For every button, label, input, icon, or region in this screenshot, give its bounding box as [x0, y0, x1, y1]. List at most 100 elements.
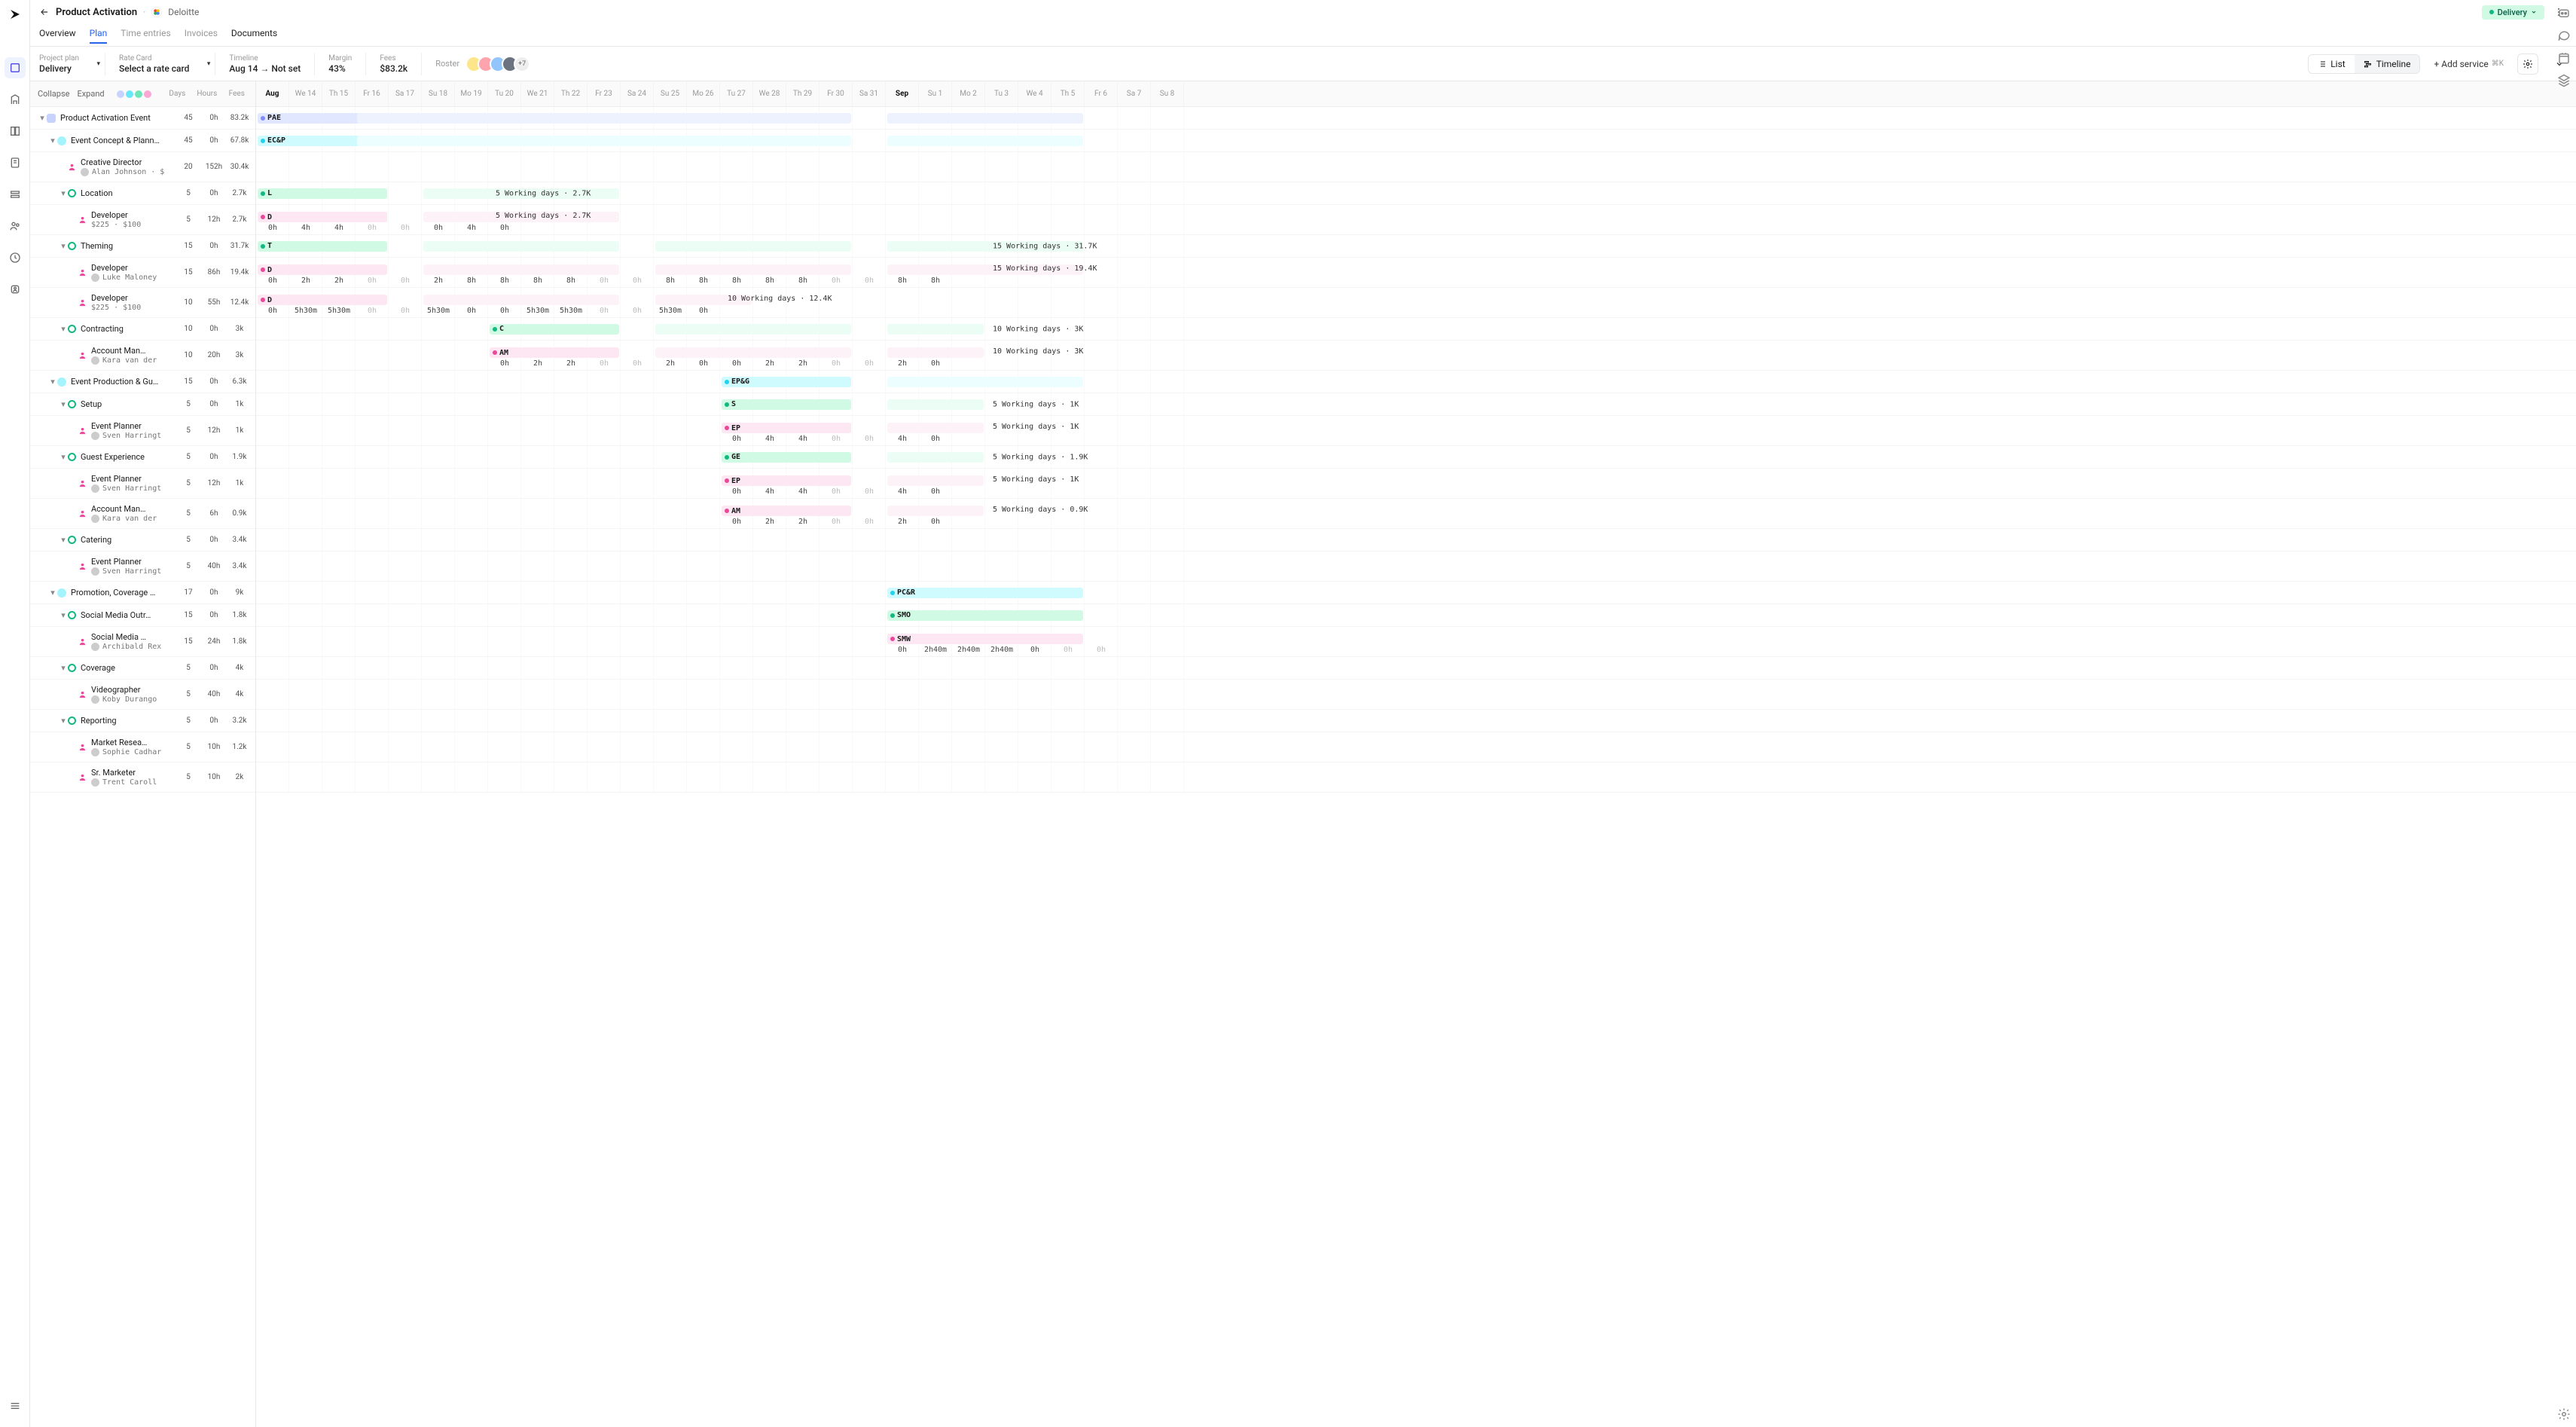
- tree-row[interactable]: Event PlannerSven Harringt540h3.4k: [30, 552, 255, 582]
- hour-cell[interactable]: 2h: [654, 359, 687, 368]
- hour-cell[interactable]: 0h: [488, 307, 521, 315]
- timeline-bar[interactable]: [423, 241, 619, 252]
- timeline-bar[interactable]: [887, 113, 1083, 124]
- caret-icon[interactable]: ▾: [59, 241, 68, 251]
- timeline-bar[interactable]: SMW: [887, 634, 1083, 644]
- activity-icon[interactable]: [2557, 51, 2571, 65]
- hour-cell[interactable]: 0h: [455, 307, 488, 315]
- tree-row[interactable]: Creative DirectorAlan Johnson · $20152h3…: [30, 152, 255, 182]
- caret-icon[interactable]: ▾: [48, 136, 57, 145]
- caret-icon[interactable]: ▾: [59, 535, 68, 545]
- timeline-bar[interactable]: D: [258, 212, 387, 222]
- tree-row[interactable]: ▾Theming150h31.7k: [30, 235, 255, 258]
- hour-cell[interactable]: 0h: [720, 518, 753, 526]
- timeline-bar[interactable]: [887, 452, 984, 463]
- timeline-bar[interactable]: T: [258, 241, 387, 252]
- tree-row[interactable]: ▾Event Production & Gu…150h6.3k: [30, 371, 255, 393]
- hour-cell[interactable]: 0h: [919, 359, 952, 368]
- tab-documents[interactable]: Documents: [231, 28, 277, 43]
- hour-cell[interactable]: 2h: [554, 359, 588, 368]
- hour-cell[interactable]: 0h: [389, 224, 422, 232]
- hour-cell[interactable]: 8h: [886, 277, 919, 285]
- timeline-bar[interactable]: PC&R: [887, 588, 1083, 598]
- filter-green[interactable]: [135, 90, 142, 98]
- hour-cell[interactable]: 0h: [588, 307, 621, 315]
- hour-cell[interactable]: 0h: [256, 277, 289, 285]
- tree-row[interactable]: DeveloperLuke Maloney1586h19.4k: [30, 258, 255, 288]
- filter-purple[interactable]: [117, 90, 124, 98]
- timeline-bar[interactable]: [887, 136, 1083, 146]
- timeline-bar[interactable]: AM: [490, 347, 619, 358]
- rate-card-dropdown[interactable]: Rate Card Select a rate card ▾: [119, 54, 201, 74]
- nav-user-icon[interactable]: [5, 279, 26, 300]
- roster[interactable]: Roster +7: [435, 56, 530, 72]
- hour-cell[interactable]: 0h: [720, 359, 753, 368]
- hour-cell[interactable]: 0h: [687, 307, 720, 315]
- status-pill[interactable]: Delivery: [2482, 5, 2544, 20]
- hour-cell[interactable]: 0h: [356, 224, 389, 232]
- hour-cell[interactable]: 0h: [356, 277, 389, 285]
- list-view-button[interactable]: List: [2309, 55, 2355, 73]
- hour-cell[interactable]: 4h: [753, 487, 786, 496]
- timeline-bar[interactable]: GE: [722, 452, 851, 463]
- hour-cell[interactable]: 0h: [687, 359, 720, 368]
- hour-cell[interactable]: 0h: [853, 518, 886, 526]
- hour-cell[interactable]: 2h40m: [919, 646, 952, 654]
- layers-icon[interactable]: [2557, 74, 2571, 87]
- hour-cell[interactable]: 8h: [753, 277, 786, 285]
- hour-cell[interactable]: 0h: [720, 487, 753, 496]
- hour-cell[interactable]: 2h: [289, 277, 322, 285]
- hour-cell[interactable]: 0h: [919, 487, 952, 496]
- hour-cell[interactable]: 4h: [886, 435, 919, 443]
- hour-cell[interactable]: 2h: [753, 518, 786, 526]
- hour-cell[interactable]: 5h30m: [322, 307, 356, 315]
- timeline-bar[interactable]: S: [722, 399, 851, 410]
- tree-row[interactable]: Market Resea…Sophie Cadhar510h1.2k: [30, 732, 255, 762]
- timeline-bar[interactable]: [655, 324, 851, 335]
- hour-cell[interactable]: 0h: [256, 307, 289, 315]
- timeline-bar[interactable]: C: [490, 324, 619, 335]
- client-name[interactable]: Deloitte: [168, 7, 199, 17]
- hour-cell[interactable]: 0h: [819, 359, 853, 368]
- hour-cell[interactable]: 0h: [488, 359, 521, 368]
- tree-row[interactable]: ▾Event Concept & Plann…450h67.8k: [30, 130, 255, 152]
- timeline-bar[interactable]: [423, 264, 619, 275]
- hour-cell[interactable]: 5h30m: [654, 307, 687, 315]
- nav-menu-icon[interactable]: [5, 1395, 26, 1416]
- hour-cell[interactable]: 0h: [819, 487, 853, 496]
- hour-cell[interactable]: 0h: [886, 646, 919, 654]
- hour-cell[interactable]: 5h30m: [289, 307, 322, 315]
- caret-icon[interactable]: ▾: [59, 324, 68, 334]
- tree-row[interactable]: ▾Product Activation Event450h83.2k: [30, 107, 255, 130]
- app-logo[interactable]: [8, 8, 22, 21]
- hour-cell[interactable]: 2h: [786, 359, 819, 368]
- timeline-bar[interactable]: [357, 113, 851, 124]
- timeline-bar[interactable]: EP: [722, 475, 851, 486]
- timeline-bar[interactable]: SMO: [887, 610, 1083, 621]
- caret-icon[interactable]: ▾: [59, 663, 68, 673]
- hour-cell[interactable]: 5h30m: [422, 307, 455, 315]
- timeline-bar[interactable]: [357, 136, 851, 146]
- hour-cell[interactable]: 2h40m: [985, 646, 1018, 654]
- nav-people-icon[interactable]: [5, 215, 26, 237]
- tree-row[interactable]: Social Media …Archibald Rex1524h1.8k: [30, 627, 255, 657]
- timeline-bar[interactable]: [887, 347, 984, 358]
- timeline-bar[interactable]: [887, 324, 984, 335]
- tree-row[interactable]: ▾Setup50h1k: [30, 393, 255, 416]
- timeline-bar[interactable]: [887, 423, 984, 433]
- hour-cell[interactable]: 4h: [753, 435, 786, 443]
- nav-org-icon[interactable]: [5, 89, 26, 110]
- hour-cell[interactable]: 0h: [621, 307, 654, 315]
- caret-icon[interactable]: ▾: [48, 377, 57, 387]
- timeline-bar[interactable]: AM: [722, 506, 851, 516]
- expand-button[interactable]: Expand: [77, 89, 104, 99]
- hour-cell[interactable]: 0h: [389, 307, 422, 315]
- hour-cell[interactable]: 0h: [356, 307, 389, 315]
- project-plan-dropdown[interactable]: Project plan Delivery ▾: [39, 54, 91, 74]
- hour-cell[interactable]: 8h: [687, 277, 720, 285]
- timeline-bar[interactable]: [655, 264, 851, 275]
- comment-icon[interactable]: [2557, 29, 2571, 42]
- nav-3-icon[interactable]: [5, 184, 26, 205]
- hour-cell[interactable]: 0h: [853, 359, 886, 368]
- tab-time-entries[interactable]: Time entries: [121, 28, 170, 43]
